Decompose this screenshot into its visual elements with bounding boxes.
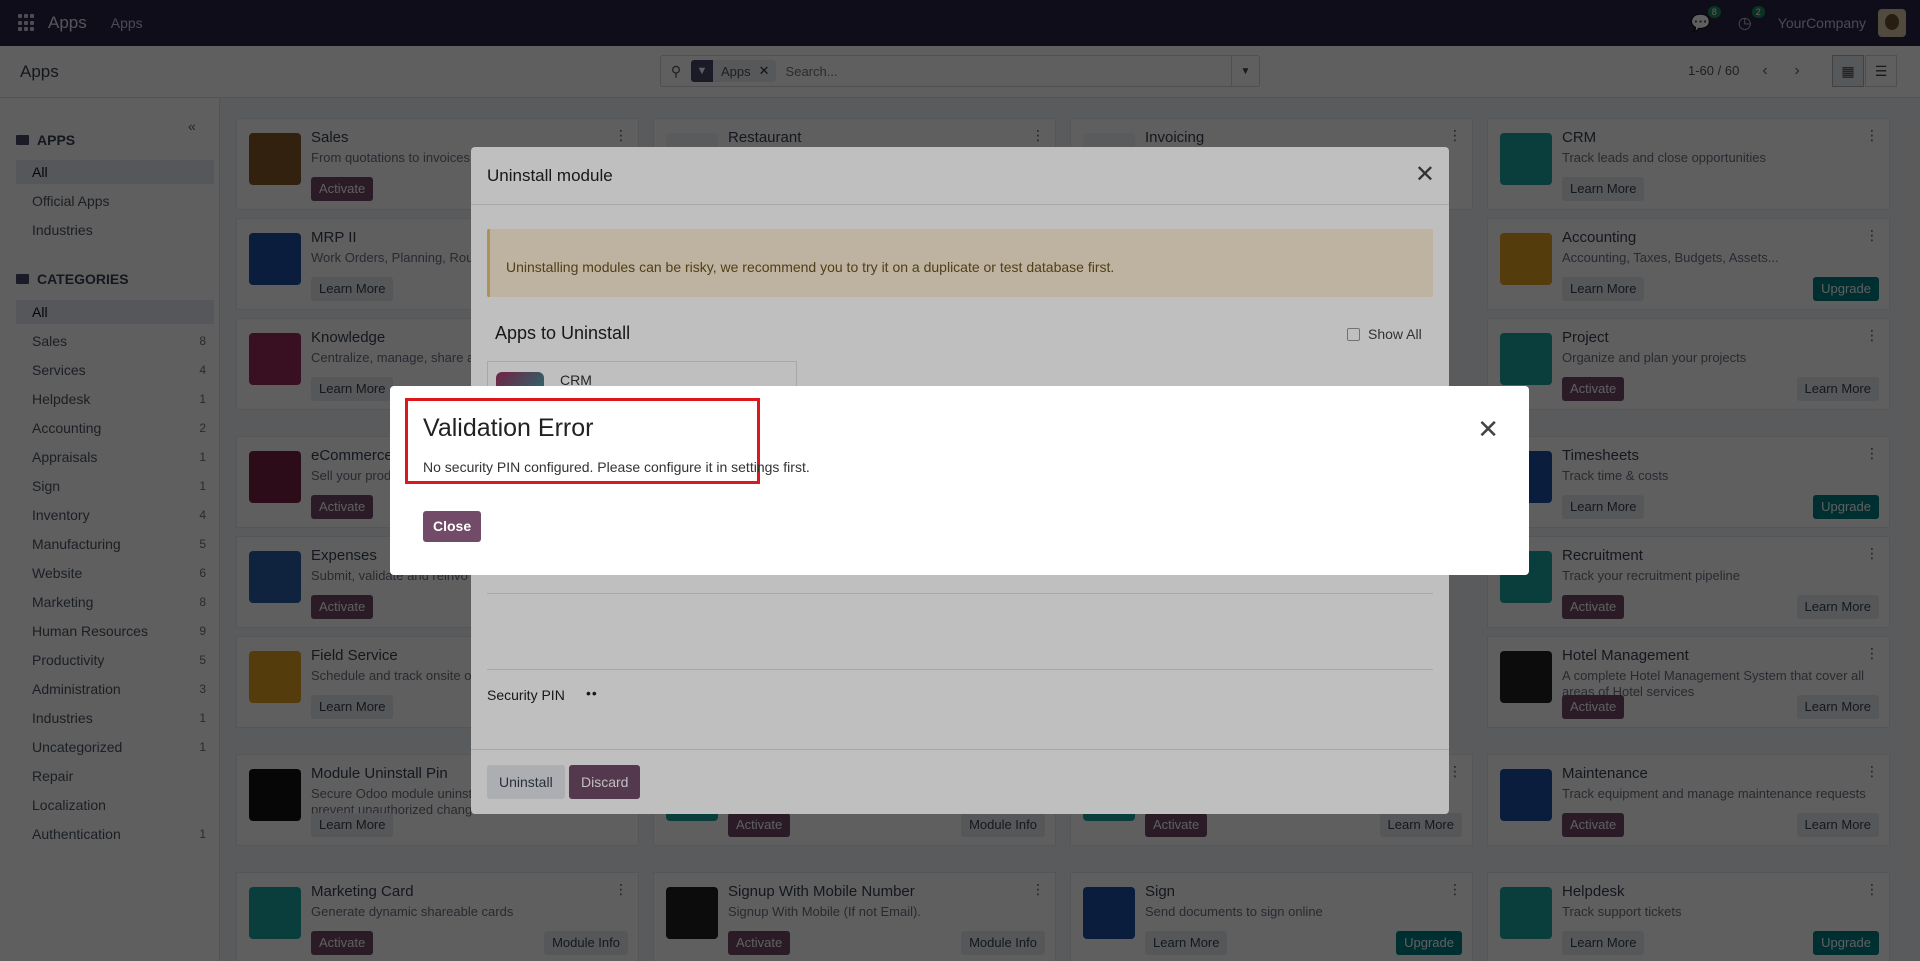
validation-error-dialog: Validation Error No security PIN configu… (390, 386, 1529, 575)
error-title: Validation Error (423, 414, 594, 442)
error-message: No security PIN configured. Please confi… (423, 459, 810, 475)
close-icon[interactable]: ✕ (1477, 416, 1499, 442)
close-button[interactable]: Close (423, 511, 482, 542)
